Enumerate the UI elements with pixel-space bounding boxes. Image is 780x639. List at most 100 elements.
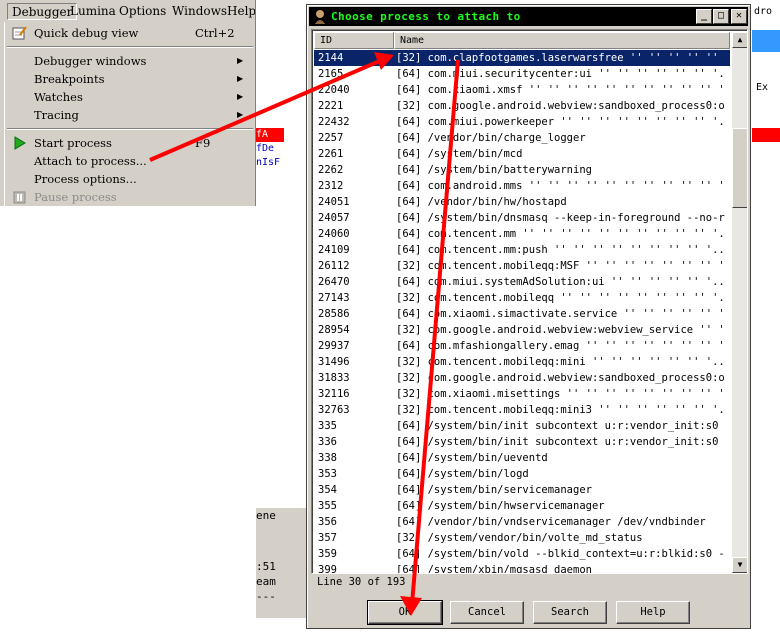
close-icon[interactable]: ✕ [731, 9, 747, 24]
process-rows: 2144 [32] com.clapfootgames.laserwarsfree… [314, 50, 730, 573]
dialog-title: Choose process to attach to [331, 10, 521, 23]
process-row[interactable]: 355 [64] /system/bin/hwservicemanager [314, 498, 730, 514]
menu-item-debugger-windows[interactable]: Debugger windows ▶ [5, 52, 255, 70]
process-name: [64] /system/bin/mcd [396, 148, 523, 160]
process-row[interactable]: 359 [64] /system/bin/vold --blkid_context… [314, 546, 730, 562]
menu-bar: Debugger Lumina Options Windows Help [0, 0, 255, 22]
background-output-fragment: ene :51 eam --- [256, 508, 308, 618]
process-id: 336 [318, 436, 337, 448]
process-row[interactable]: 32763 [32] com.tencent.mobileqq:mini3 '' … [314, 402, 730, 418]
menu-lumina[interactable]: Lumina [66, 3, 120, 20]
process-row[interactable]: 336 [64] /system/bin/init subcontext u:r:… [314, 434, 730, 450]
menu-windows[interactable]: Windows [168, 3, 231, 20]
help-button[interactable]: Help [616, 601, 690, 624]
process-id: 24109 [318, 244, 350, 256]
background-text-line: Ex [756, 82, 769, 93]
process-name: [32] com.google.android.webview:sandboxe… [396, 100, 726, 112]
process-row[interactable]: 28586 [64] com.xiaomi.simactivate.service… [314, 306, 730, 322]
process-name: [32] /system/vendor/bin/volte_md_status [396, 532, 643, 544]
submenu-arrow-icon: ▶ [237, 74, 244, 83]
process-name: [32] com.xiaomi.misettings '' '' '' '' '… [396, 388, 726, 400]
menu-help[interactable]: Help [223, 3, 255, 20]
process-row[interactable]: 2221 [32] com.google.android.webview:sand… [314, 98, 730, 114]
background-text-line: --- [256, 590, 276, 603]
process-id: 31833 [318, 372, 350, 384]
process-row[interactable]: 24057 [64] /system/bin/dnsmasq --keep-in-… [314, 210, 730, 226]
debugger-dropdown: Quick debug view Ctrl+2 Debugger windows… [4, 22, 255, 206]
scroll-down-icon[interactable]: ▼ [732, 557, 747, 573]
process-row[interactable]: 22040 [64] com.xiaomi.xmsf '' '' '' '' ''… [314, 82, 730, 98]
process-row[interactable]: 2262 [64] /system/bin/batterywarning [314, 162, 730, 178]
maximize-icon[interactable]: □ [713, 9, 729, 24]
process-row[interactable]: 28954 [32] com.google.android.webview:web… [314, 322, 730, 338]
process-row[interactable]: 2165 [64] com.miui.securitycenter:ui '' '… [314, 66, 730, 82]
process-id: 2165 [318, 68, 344, 80]
menu-options[interactable]: Options [115, 3, 170, 20]
menu-item-label: Quick debug view [34, 26, 139, 40]
process-list[interactable]: ID Name 2144 [32] com.clapfootgames.laser… [311, 29, 748, 574]
ok-button[interactable]: OK [367, 600, 443, 625]
process-row[interactable]: 335 [64] /system/bin/init subcontext u:r:… [314, 418, 730, 434]
process-name: [32] com.clapfootgames.laserwarsfree '' … [396, 52, 726, 64]
process-name: [64] /vendor/bin/hw/hostapd [396, 196, 567, 208]
menu-item-attach-to-process[interactable]: Attach to process... [5, 152, 255, 170]
vertical-scrollbar[interactable]: ▲ ▼ [732, 32, 747, 573]
process-row[interactable]: 22432 [64] com.miui.powerkeeper '' '' '' … [314, 114, 730, 130]
process-row[interactable]: 354 [64] /system/bin/servicemanager [314, 482, 730, 498]
background-code-line: nIsF [256, 157, 281, 168]
background-right-edge: dro Ex [752, 0, 780, 639]
process-row[interactable]: 353 [64] /system/bin/logd [314, 466, 730, 482]
column-header-name[interactable]: Name [394, 32, 730, 49]
menu-item-tracing[interactable]: Tracing ▶ [5, 106, 255, 124]
process-row[interactable]: 31496 [32] com.tencent.mobileqq:mini '' '… [314, 354, 730, 370]
cancel-button[interactable]: Cancel [450, 601, 524, 624]
play-icon [14, 136, 26, 150]
process-row[interactable]: 26470 [64] com.miui.systemAdSolution:ui '… [314, 274, 730, 290]
menu-item-start-process[interactable]: Start process F9 [5, 134, 255, 152]
process-id: 338 [318, 452, 337, 464]
process-name: [64] /system/bin/ueventd [396, 452, 548, 464]
process-name: [32] com.google.android.webview:sandboxe… [396, 372, 726, 384]
menu-separator [7, 46, 253, 48]
menu-item-quick-debug-view[interactable]: Quick debug view Ctrl+2 [5, 24, 255, 42]
process-row[interactable]: 338 [64] /system/bin/ueventd [314, 450, 730, 466]
process-row[interactable]: 27143 [32] com.tencent.mobileqq '' '' '' … [314, 290, 730, 306]
search-button[interactable]: Search [533, 601, 607, 624]
process-row[interactable]: 2144 [32] com.clapfootgames.laserwarsfree… [314, 50, 730, 66]
menu-item-label: Watches [34, 90, 83, 104]
process-row[interactable]: 26112 [32] com.tencent.mobileqq:MSF '' ''… [314, 258, 730, 274]
process-row[interactable]: 2312 [64] com.android.mms '' '' '' '' '' … [314, 178, 730, 194]
process-row[interactable]: 29937 [64] com.mfashiongallery.emag '' ''… [314, 338, 730, 354]
menu-item-label: Pause process [34, 190, 117, 204]
process-name: [64] com.xiaomi.xmsf '' '' '' '' '' '' '… [396, 84, 726, 96]
background-code-fragment: fA fDe nIsF [256, 128, 284, 178]
process-row[interactable]: 24060 [64] com.tencent.mm '' '' '' '' '' … [314, 226, 730, 242]
process-row[interactable]: 357 [32] /system/vendor/bin/volte_md_stat… [314, 530, 730, 546]
process-row[interactable]: 32116 [32] com.xiaomi.misettings '' '' ''… [314, 386, 730, 402]
process-row[interactable]: 31833 [32] com.google.android.webview:san… [314, 370, 730, 386]
app-icon [315, 10, 325, 24]
process-id: 356 [318, 516, 337, 528]
process-row[interactable]: 24109 [64] com.tencent.mm:push '' '' '' '… [314, 242, 730, 258]
process-name: [32] com.tencent.mobileqq '' '' '' '' ''… [396, 292, 726, 304]
process-name: [64] /system/bin/batterywarning [396, 164, 592, 176]
process-name: [64] /system/bin/init subcontext u:r:ven… [396, 420, 726, 432]
process-name: [64] com.android.mms '' '' '' '' '' '' '… [396, 180, 726, 192]
process-name: [64] /vendor/bin/charge_logger [396, 132, 586, 144]
column-header-id[interactable]: ID [314, 32, 394, 49]
menu-item-watches[interactable]: Watches ▶ [5, 88, 255, 106]
process-row[interactable]: 399 [64] /system/xbin/mqsasd daemon [314, 562, 730, 573]
scroll-up-icon[interactable]: ▲ [732, 32, 747, 48]
process-name: [64] /system/bin/hwservicemanager [396, 500, 605, 512]
process-row[interactable]: 24051 [64] /vendor/bin/hw/hostapd [314, 194, 730, 210]
process-id: 353 [318, 468, 337, 480]
process-row[interactable]: 356 [64] /vendor/bin/vndservicemanager /d… [314, 514, 730, 530]
menu-item-process-options[interactable]: Process options... [5, 170, 255, 188]
process-row[interactable]: 2257 [64] /vendor/bin/charge_logger [314, 130, 730, 146]
menu-item-breakpoints[interactable]: Breakpoints ▶ [5, 70, 255, 88]
process-row[interactable]: 2261 [64] /system/bin/mcd [314, 146, 730, 162]
scrollbar-thumb[interactable] [732, 128, 747, 208]
minimize-icon[interactable]: _ [696, 9, 712, 24]
process-id: 354 [318, 484, 337, 496]
debugger-menu-panel: Debugger Lumina Options Windows Help Qui… [0, 0, 256, 206]
